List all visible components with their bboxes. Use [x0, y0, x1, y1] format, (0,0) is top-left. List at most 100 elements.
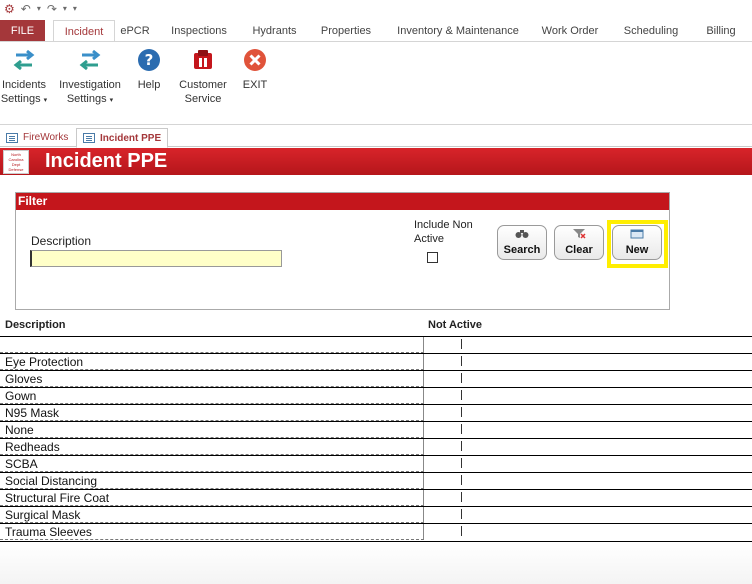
chevron-down-icon: ▾ [109, 97, 114, 104]
exit-button[interactable]: EXIT [238, 47, 272, 92]
table-row[interactable]: Structural Fire Coat [0, 489, 752, 506]
investigation-settings-button[interactable]: Investigation Settings ▾ [56, 47, 124, 108]
incidents-settings-button[interactable]: Incidents Settings ▾ [0, 47, 48, 108]
customer-service-label-2: Service [184, 93, 222, 105]
tab-work-order[interactable]: Work Order [530, 20, 610, 42]
table-row[interactable]: N95 Mask [0, 404, 752, 421]
table-row[interactable]: None [0, 421, 752, 438]
not-active-checkbox[interactable] [461, 526, 471, 536]
quick-access-toolbar: ⚙ ↶ ▾ ↷ ▾ ▾ [0, 0, 752, 17]
filter-title: Filter [16, 193, 669, 210]
redo-dropdown-icon[interactable]: ▾ [63, 2, 67, 16]
not-active-checkbox[interactable] [461, 458, 471, 468]
table-row[interactable]: Redheads [0, 438, 752, 455]
ribbon-tabs: FILE Incident ePCR Inspections Hydrants … [0, 20, 752, 42]
include-non-active-label: Include Non Active [414, 219, 473, 245]
table-row[interactable]: Gown [0, 387, 752, 404]
table-row[interactable]: Gloves [0, 370, 752, 387]
filter-panel: Filter Description Include Non Active Se… [15, 192, 670, 310]
table-row[interactable]: Surgical Mask [0, 506, 752, 523]
tab-incident[interactable]: Incident [53, 20, 115, 42]
include-non-active-checkbox[interactable] [427, 252, 438, 263]
tab-billing[interactable]: Billing [692, 20, 750, 42]
logo: North Carolina Dept Defense [3, 149, 29, 174]
customer-service-label-1: Customer [179, 79, 227, 91]
incidents-settings-label-2: Settings [0, 93, 41, 105]
not-active-checkbox[interactable] [461, 492, 471, 502]
table-row[interactable]: Social Distancing [0, 472, 752, 489]
form-header: North Carolina Dept Defense Incident PPE [0, 148, 752, 175]
search-button[interactable]: Search [497, 225, 547, 260]
app-icon[interactable]: ⚙ [4, 2, 15, 16]
tab-scheduling[interactable]: Scheduling [610, 20, 692, 42]
column-header-description[interactable]: Description [5, 319, 66, 331]
row-description[interactable] [0, 337, 424, 353]
row-description[interactable]: Redheads [0, 439, 424, 455]
ribbon: Incidents Settings ▾ Investigation Setti… [0, 41, 752, 125]
tab-properties[interactable]: Properties [306, 20, 386, 42]
not-active-checkbox[interactable] [461, 390, 471, 400]
undo-icon[interactable]: ↶ [21, 2, 31, 16]
row-description[interactable]: Structural Fire Coat [0, 490, 424, 506]
column-header-not-active[interactable]: Not Active [428, 319, 482, 331]
funnel-clear-icon [572, 228, 586, 242]
page-title: Incident PPE [45, 150, 168, 172]
not-active-checkbox[interactable] [461, 424, 471, 434]
service-icon [190, 47, 216, 73]
doc-tab-incident-ppe-label: Incident PPE [100, 132, 162, 144]
doc-tab-incident-ppe[interactable]: Incident PPE [76, 128, 169, 148]
row-description[interactable]: Trauma Sleeves [0, 524, 424, 540]
binoculars-icon [515, 228, 529, 242]
tab-inventory-maintenance[interactable]: Inventory & Maintenance [386, 20, 530, 42]
not-active-checkbox[interactable] [461, 475, 471, 485]
undo-dropdown-icon[interactable]: ▾ [37, 2, 41, 16]
table-row[interactable]: Eye Protection [0, 353, 752, 370]
form-icon [6, 132, 18, 143]
tab-file[interactable]: FILE [0, 20, 45, 42]
tab-hydrants[interactable]: Hydrants [243, 20, 306, 42]
investigation-settings-label-2: Settings [66, 93, 107, 105]
document-tabs: FireWorks Incident PPE [0, 125, 752, 148]
not-active-checkbox[interactable] [461, 509, 471, 519]
row-description[interactable]: Gown [0, 388, 424, 404]
not-active-checkbox[interactable] [461, 339, 471, 349]
row-description[interactable]: N95 Mask [0, 405, 424, 421]
help-button[interactable]: ? Help [131, 47, 167, 92]
search-button-label: Search [503, 244, 541, 256]
row-description[interactable]: Gloves [0, 371, 424, 387]
row-description[interactable]: Eye Protection [0, 354, 424, 370]
customer-service-button[interactable]: Customer Service [176, 47, 230, 106]
access-form-window: ⚙ ↶ ▾ ↷ ▾ ▾ FILE Incident ePCR Inspectio… [0, 0, 752, 584]
not-active-checkbox[interactable] [461, 407, 471, 417]
row-description[interactable]: None [0, 422, 424, 438]
form-icon [83, 133, 95, 143]
row-description[interactable]: Social Distancing [0, 473, 424, 489]
table-row[interactable]: SCBA [0, 455, 752, 472]
description-label: Description [31, 234, 92, 248]
arrows-icon [11, 47, 37, 73]
customize-icon[interactable]: ▾ [73, 2, 77, 16]
description-input[interactable] [30, 250, 282, 267]
form-footer [0, 541, 752, 584]
clear-button[interactable]: Clear [554, 225, 604, 260]
doc-tab-fireworks-label: FireWorks [23, 132, 69, 143]
help-label: Help [137, 79, 161, 91]
arrows-icon [77, 47, 103, 73]
row-description[interactable]: SCBA [0, 456, 424, 472]
table-row[interactable]: Trauma Sleeves [0, 523, 752, 540]
not-active-checkbox[interactable] [461, 441, 471, 451]
doc-tab-fireworks[interactable]: FireWorks [0, 128, 74, 147]
clear-button-label: Clear [565, 244, 593, 256]
table-row[interactable] [0, 336, 752, 353]
svg-text:?: ? [145, 51, 154, 69]
row-description[interactable]: Surgical Mask [0, 507, 424, 523]
tab-epcr[interactable]: ePCR [115, 20, 155, 42]
exit-label: EXIT [242, 79, 268, 91]
tab-inspections[interactable]: Inspections [155, 20, 243, 42]
redo-icon[interactable]: ↷ [47, 2, 57, 16]
not-active-checkbox[interactable] [461, 373, 471, 383]
incidents-settings-label-1: Incidents [1, 79, 47, 91]
not-active-checkbox[interactable] [461, 356, 471, 366]
help-icon: ? [136, 47, 162, 73]
records-list: Eye Protection Gloves Gown N95 Mask None… [0, 336, 752, 540]
